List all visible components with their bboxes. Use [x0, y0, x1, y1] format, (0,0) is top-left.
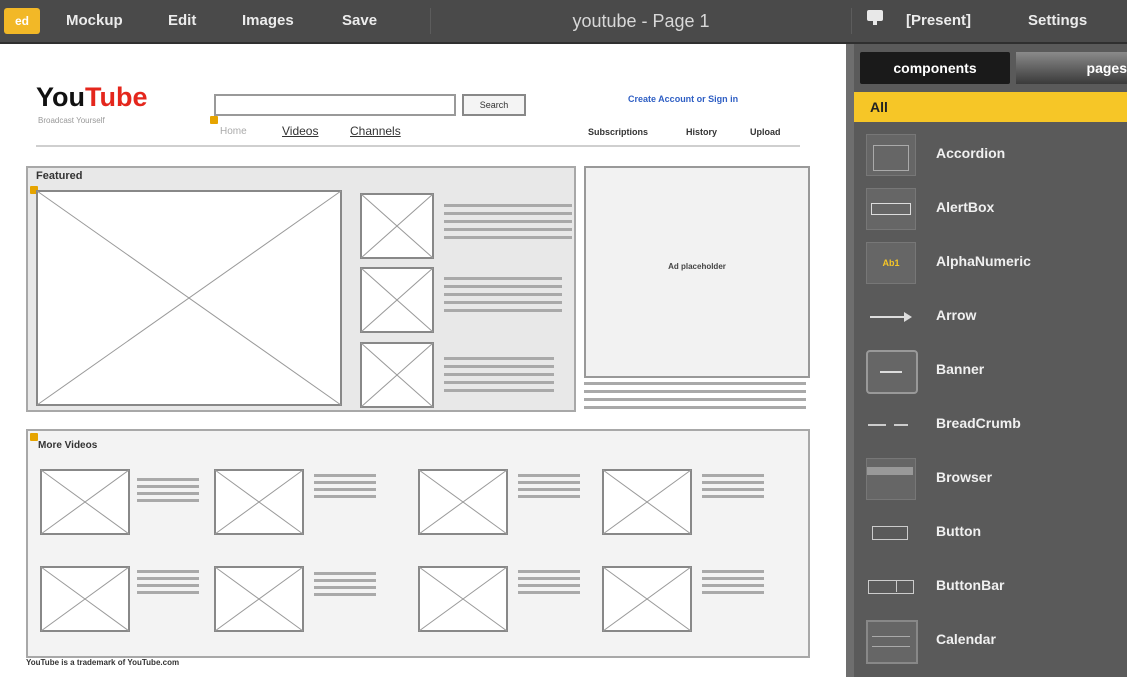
video-thumb-placeholder[interactable]: [418, 566, 508, 632]
component-browser[interactable]: Browser: [854, 452, 1127, 506]
menu-bar: ed Mockup Edit Images Save youtube - Pag…: [0, 0, 1127, 44]
arrow-icon: [866, 296, 914, 336]
nav-home[interactable]: Home: [220, 126, 247, 137]
settings-menu[interactable]: Settings: [1028, 12, 1087, 29]
text-lines: [137, 478, 199, 502]
footer-text: YouTube is a trademark of YouTube.com: [26, 658, 180, 667]
search-input[interactable]: [214, 94, 456, 116]
menu-save[interactable]: Save: [342, 12, 377, 29]
youtube-logo: YouTube: [36, 82, 148, 112]
calendar-icon: [866, 620, 918, 664]
video-thumb-placeholder[interactable]: [602, 469, 692, 535]
component-alphanumeric[interactable]: Ab1 AlphaNumeric: [854, 236, 1127, 290]
present-button[interactable]: [Present]: [906, 12, 971, 29]
text-lines: [314, 572, 376, 596]
filter-all[interactable]: All: [854, 92, 1127, 122]
link-upload[interactable]: Upload: [750, 127, 781, 137]
video-thumb-placeholder[interactable]: [602, 566, 692, 632]
menu-mockup[interactable]: Mockup: [66, 12, 123, 29]
featured-video-placeholder[interactable]: [36, 190, 342, 406]
thumb-placeholder[interactable]: [360, 342, 434, 408]
video-thumb-placeholder[interactable]: [418, 469, 508, 535]
link-history[interactable]: History: [686, 127, 717, 137]
text-lines: [518, 474, 580, 498]
nav-channels[interactable]: Channels: [350, 124, 401, 138]
component-button[interactable]: Button: [854, 506, 1127, 560]
tab-pages[interactable]: pages: [1016, 52, 1127, 84]
ad-placeholder[interactable]: [584, 166, 810, 378]
text-lines: [444, 357, 554, 392]
header-divider: [36, 145, 800, 147]
button-icon: [866, 512, 914, 552]
component-alertbox[interactable]: AlertBox: [854, 182, 1127, 236]
panel-divider[interactable]: [846, 44, 854, 677]
menu-edit[interactable]: Edit: [168, 12, 196, 29]
banner-icon: [866, 350, 918, 394]
nav-videos[interactable]: Videos: [282, 124, 318, 138]
alertbox-icon: [866, 188, 916, 230]
component-buttonbar[interactable]: ButtonBar: [854, 560, 1127, 614]
breadcrumb-icon: [866, 404, 914, 444]
video-thumb-placeholder[interactable]: [214, 566, 304, 632]
mockup-canvas[interactable]: YouTube Broadcast Yourself Search Create…: [0, 44, 846, 677]
text-lines: [518, 570, 580, 594]
text-lines: [444, 204, 572, 239]
ad-text-lines: [584, 382, 806, 409]
search-button[interactable]: Search: [462, 94, 526, 116]
thumb-placeholder[interactable]: [360, 267, 434, 333]
component-breadcrumb[interactable]: BreadCrumb: [854, 398, 1127, 452]
browser-icon: [866, 458, 916, 500]
text-lines: [137, 570, 199, 594]
buttonbar-icon: [866, 566, 914, 606]
accordion-icon: [866, 134, 916, 176]
text-lines: [702, 474, 764, 498]
app-logo[interactable]: ed: [4, 8, 40, 34]
annotation-marker: [210, 116, 218, 124]
video-thumb-placeholder[interactable]: [40, 469, 130, 535]
video-thumb-placeholder[interactable]: [214, 469, 304, 535]
component-accordion[interactable]: Accordion: [854, 128, 1127, 182]
tagline: Broadcast Yourself: [38, 116, 105, 125]
tab-components[interactable]: components: [860, 52, 1010, 84]
video-thumb-placeholder[interactable]: [40, 566, 130, 632]
text-lines: [314, 474, 376, 498]
annotation-marker: [30, 433, 38, 441]
featured-label: Featured: [36, 170, 83, 182]
component-banner[interactable]: Banner: [854, 344, 1127, 398]
text-lines: [702, 570, 764, 594]
component-arrow[interactable]: Arrow: [854, 290, 1127, 344]
alphanumeric-icon: Ab1: [866, 242, 916, 284]
link-subscriptions[interactable]: Subscriptions: [588, 127, 648, 137]
more-videos-label: More Videos: [38, 440, 98, 451]
components-panel: components pages All Accordion AlertBox …: [854, 44, 1127, 677]
thumb-placeholder[interactable]: [360, 193, 434, 259]
present-icon[interactable]: [866, 9, 888, 27]
account-link[interactable]: Create Account or Sign in: [628, 94, 738, 104]
component-calendar[interactable]: Calendar: [854, 614, 1127, 668]
document-title: youtube - Page 1: [430, 8, 852, 34]
menu-images[interactable]: Images: [242, 12, 294, 29]
text-lines: [444, 277, 562, 312]
ad-text: Ad placeholder: [668, 262, 726, 271]
